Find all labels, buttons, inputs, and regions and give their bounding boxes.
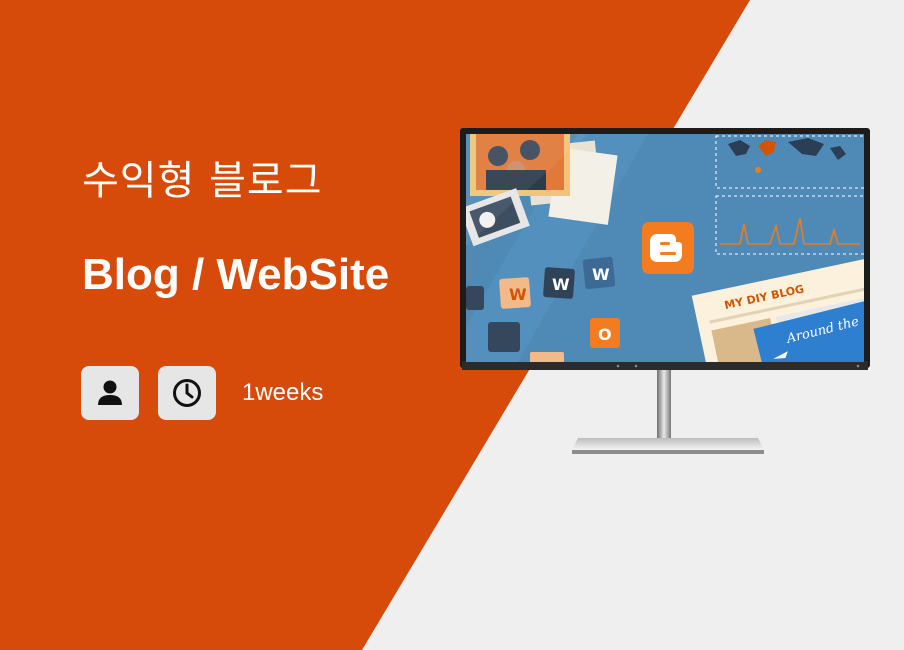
monitor-neck — [657, 368, 671, 442]
duration-button[interactable] — [158, 366, 216, 420]
clock-icon — [173, 379, 201, 407]
svg-text:W: W — [552, 275, 570, 294]
svg-text:W: W — [592, 265, 610, 284]
course-title-english: Blog / WebSite — [82, 250, 390, 299]
duration-label: 1weeks — [242, 379, 324, 406]
person-icon — [98, 380, 122, 405]
author-button[interactable] — [81, 366, 139, 420]
svg-text:O: O — [598, 325, 612, 344]
course-title-korean: 수익형 블로그 — [82, 158, 323, 204]
monitor-illustration: W W W O MY DIY BLOG Around the — [460, 128, 870, 454]
monitor-base — [572, 438, 764, 450]
svg-text:W: W — [509, 285, 527, 304]
